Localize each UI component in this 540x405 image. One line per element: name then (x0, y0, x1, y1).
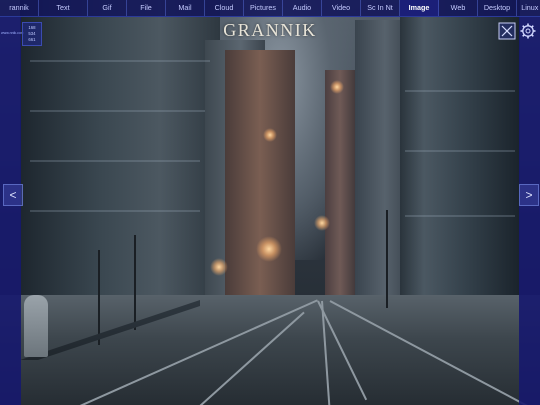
building-detail (30, 110, 205, 112)
tab-gif[interactable]: Gif (88, 0, 127, 16)
right-side-panel (519, 16, 540, 405)
building-detail (405, 215, 515, 217)
tab-video[interactable]: Video (322, 0, 361, 16)
tab-rannik[interactable]: rannik (0, 0, 39, 16)
street-light (330, 80, 344, 94)
building-detail (30, 160, 200, 162)
tab-file[interactable]: File (127, 0, 166, 16)
street (0, 295, 540, 405)
tab-audio[interactable]: Audio (283, 0, 322, 16)
chevron-left-icon[interactable]: < (3, 184, 23, 206)
pedestrian-figure (24, 295, 48, 357)
tab-text[interactable]: Text (39, 0, 88, 16)
tab-mail[interactable]: Mail (166, 0, 205, 16)
tab-linux-os[interactable]: Linux OS (517, 0, 540, 16)
lamp-post (134, 235, 136, 330)
tab-desktop[interactable]: Desktop (478, 0, 517, 16)
building-spire (325, 70, 355, 300)
building-tower (225, 50, 295, 300)
building-detail (405, 90, 515, 92)
building-left (20, 0, 220, 340)
top-nav-bar: rannik Text Gif File Mail Cloud Pictures Audio V… (0, 0, 540, 17)
tab-image[interactable]: Image (400, 0, 439, 16)
left-side-panel (0, 16, 21, 405)
building-detail (30, 210, 200, 212)
close-box-icon[interactable] (498, 22, 516, 40)
lamp-post (98, 250, 100, 345)
tab-web[interactable]: Web (439, 0, 478, 16)
background-image (0, 0, 540, 405)
stats-line-3: 661 (28, 37, 36, 42)
tab-cloud[interactable]: Cloud (205, 0, 244, 16)
stats-counter: 168 534 661 (22, 22, 42, 46)
street-light (314, 215, 330, 231)
gear-icon[interactable] (519, 22, 537, 40)
street-light (256, 236, 282, 262)
street-light (263, 128, 277, 142)
lamp-post (386, 210, 388, 308)
tab-sc-in-nt[interactable]: Sc In Nt (361, 0, 400, 16)
street-light (210, 258, 228, 276)
building-detail (30, 60, 210, 62)
side-panel-label: www.nnik.com (1, 31, 24, 35)
tab-pictures[interactable]: Pictures (244, 0, 283, 16)
building-detail (405, 150, 515, 152)
chevron-right-icon[interactable]: > (519, 184, 539, 206)
